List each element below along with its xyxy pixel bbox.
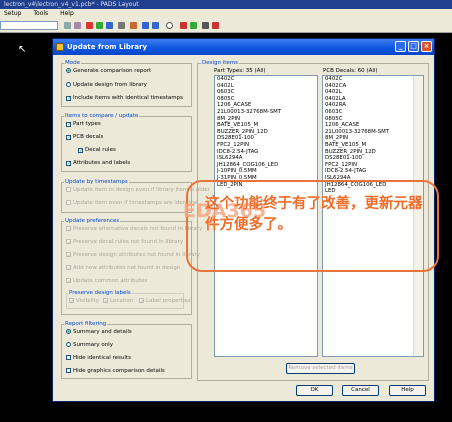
items-group-label: Items to compare / update: [64, 113, 140, 119]
decal-rules-checkbox[interactable]: ✓ Decal rules: [78, 147, 116, 154]
preserve-labels-label: Preserve design labels: [68, 290, 132, 296]
label-properties-checkbox[interactable]: ✓Label properties: [139, 298, 191, 305]
list-item[interactable]: 0402C: [215, 76, 317, 83]
part-types-checkbox[interactable]: ✓ Part types: [66, 121, 101, 128]
design-items-label: Design items: [201, 60, 240, 66]
hide-graphics-checkbox[interactable]: Hide graphics comparison details: [66, 368, 165, 374]
mode-group-label: Mode: [64, 60, 81, 66]
toolbar-icon[interactable]: [118, 22, 125, 29]
list-item[interactable]: DS28E01-100: [323, 155, 423, 162]
preserve-attributes-checkbox[interactable]: ✓Preserve design attributes not found in…: [66, 252, 200, 259]
cancel-button[interactable]: Cancel: [342, 385, 379, 396]
layer-combo[interactable]: [0, 21, 58, 30]
list-item[interactable]: 0805C: [323, 116, 423, 123]
list-item[interactable]: 21L00013-32768M-SMT: [215, 109, 317, 116]
list-item[interactable]: 0402L: [323, 89, 423, 96]
minimize-button[interactable]: _: [395, 41, 406, 52]
toolbar-icon[interactable]: [180, 22, 187, 29]
list-item[interactable]: BATE_VE105_M: [323, 142, 423, 149]
toolbar-icon[interactable]: [86, 22, 93, 29]
toolbar-icon[interactable]: [202, 22, 209, 29]
list-item[interactable]: 0402C: [323, 76, 423, 83]
zoom-icon[interactable]: [166, 22, 173, 29]
location-checkbox[interactable]: ✓Location: [103, 298, 133, 305]
list-item[interactable]: IDC8-2.54-JTAG: [323, 168, 423, 175]
update-design-radio[interactable]: Update design from library: [66, 82, 147, 88]
list-item[interactable]: JH12864_COG106_LED: [215, 162, 317, 169]
list-item[interactable]: 8M_2PIN: [323, 135, 423, 142]
dialog-title-bar[interactable]: Update from Library _ □ ×: [53, 39, 434, 55]
part-types-header: Part Types: 35 (All): [214, 68, 266, 74]
toolbar-icon[interactable]: [74, 22, 81, 29]
list-item[interactable]: 8M_2PIN: [215, 116, 317, 123]
pcb-decals-checkbox[interactable]: ✓ PCB decals: [66, 134, 103, 141]
remove-selected-button[interactable]: Remove selected items: [286, 363, 355, 374]
list-item[interactable]: FPC2_12PIN: [215, 142, 317, 149]
list-item[interactable]: 0402RA: [323, 102, 423, 109]
preserve-alt-decals-checkbox[interactable]: ✓Preserve alternative decals not found i…: [66, 226, 202, 233]
mouse-cursor-icon: ↖: [18, 44, 27, 55]
toolbar-icon[interactable]: [212, 22, 219, 29]
list-item[interactable]: 0805C: [215, 96, 317, 103]
report-filtering-label: Report filtering: [64, 321, 108, 327]
toolbar-icon[interactable]: [190, 22, 197, 29]
list-item[interactable]: 0603C: [323, 109, 423, 116]
redo-icon[interactable]: [152, 22, 159, 29]
list-item[interactable]: 0603C: [215, 89, 317, 96]
menu-tools[interactable]: Tools: [33, 10, 48, 17]
include-timestamps-checkbox[interactable]: ✓ Include items with identical timestamps: [66, 95, 183, 102]
menu-setup[interactable]: Setup: [4, 10, 21, 17]
preferences-group-label: Update preferences: [64, 218, 121, 224]
list-item[interactable]: ISL6294A: [215, 155, 317, 162]
summary-only-radio[interactable]: Summary only: [66, 342, 113, 348]
annotation-text: 这个功能终于有了改善，更新元器件方便多了。: [205, 195, 423, 233]
pcb-decals-header: PCB Decals: 60 (All): [323, 68, 378, 74]
menu-help[interactable]: Help: [60, 10, 74, 17]
list-item[interactable]: 0402L: [215, 83, 317, 90]
dialog-title: Update from Library: [67, 43, 148, 51]
dialog-app-icon: [56, 43, 64, 51]
attributes-labels-checkbox[interactable]: ✓ Attributes and labels: [66, 160, 130, 167]
preserve-decal-rules-checkbox[interactable]: ✓Preserve decal rules not found in libra…: [66, 239, 183, 246]
list-item[interactable]: 1206_ACASE: [323, 122, 423, 129]
list-item[interactable]: 0402CA: [323, 83, 423, 90]
list-item[interactable]: FPC2_12PIN: [323, 162, 423, 169]
close-button[interactable]: ×: [421, 41, 432, 52]
list-item[interactable]: 21L00013-32768M-SMT: [323, 129, 423, 136]
menu-bar: Setup Tools Help: [0, 9, 452, 19]
update-identical-checkbox[interactable]: Update item even if timestamps are ident…: [66, 200, 198, 206]
list-item[interactable]: 0402LA: [323, 96, 423, 103]
list-item[interactable]: J-10PIN_0.5MM: [215, 168, 317, 175]
toolbar-icon[interactable]: [130, 22, 137, 29]
maximize-button[interactable]: □: [408, 41, 419, 52]
help-button[interactable]: Help: [389, 385, 426, 396]
toolbar-icon[interactable]: [96, 22, 103, 29]
app-title-bar: lectron_v4\lectron_v4_v1.pcb* - PADS Lay…: [0, 0, 452, 9]
ok-button[interactable]: OK: [296, 385, 333, 396]
list-item[interactable]: 1206_ACASE: [215, 102, 317, 109]
timestamps-group-label: Update by timestamps: [64, 179, 129, 185]
update-common-attributes-checkbox[interactable]: ✓Update common attributes: [66, 278, 147, 285]
list-item[interactable]: BUZZER_2PIN_12D: [323, 149, 423, 156]
list-item[interactable]: DS28E01-100: [215, 135, 317, 142]
generate-report-radio[interactable]: Generate comparison report: [66, 68, 151, 74]
toolbar-icon[interactable]: [106, 22, 113, 29]
list-item[interactable]: IDC8-2.54-JTAG: [215, 149, 317, 156]
add-new-attributes-checkbox[interactable]: ✓Add new attributes not found in design: [66, 265, 180, 272]
hide-identical-checkbox[interactable]: Hide identical results: [66, 355, 131, 361]
visibility-checkbox[interactable]: ✓Visibility: [69, 298, 99, 305]
toolbar: [0, 19, 452, 33]
list-item[interactable]: BATE_VE105_M: [215, 122, 317, 129]
list-item[interactable]: BUZZER_2PIN_12D: [215, 129, 317, 136]
summary-details-radio[interactable]: Summary and details: [66, 329, 132, 335]
undo-icon[interactable]: [142, 22, 149, 29]
toolbar-icon[interactable]: [64, 22, 71, 29]
